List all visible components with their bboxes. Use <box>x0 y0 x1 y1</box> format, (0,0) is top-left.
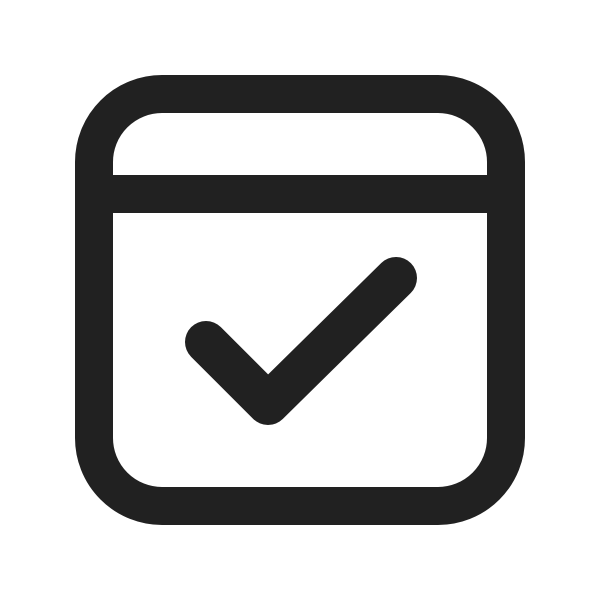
icon-canvas <box>0 0 600 600</box>
check-mark <box>185 257 417 425</box>
calendar-check-icon <box>75 75 525 525</box>
calendar-frame <box>75 75 525 525</box>
